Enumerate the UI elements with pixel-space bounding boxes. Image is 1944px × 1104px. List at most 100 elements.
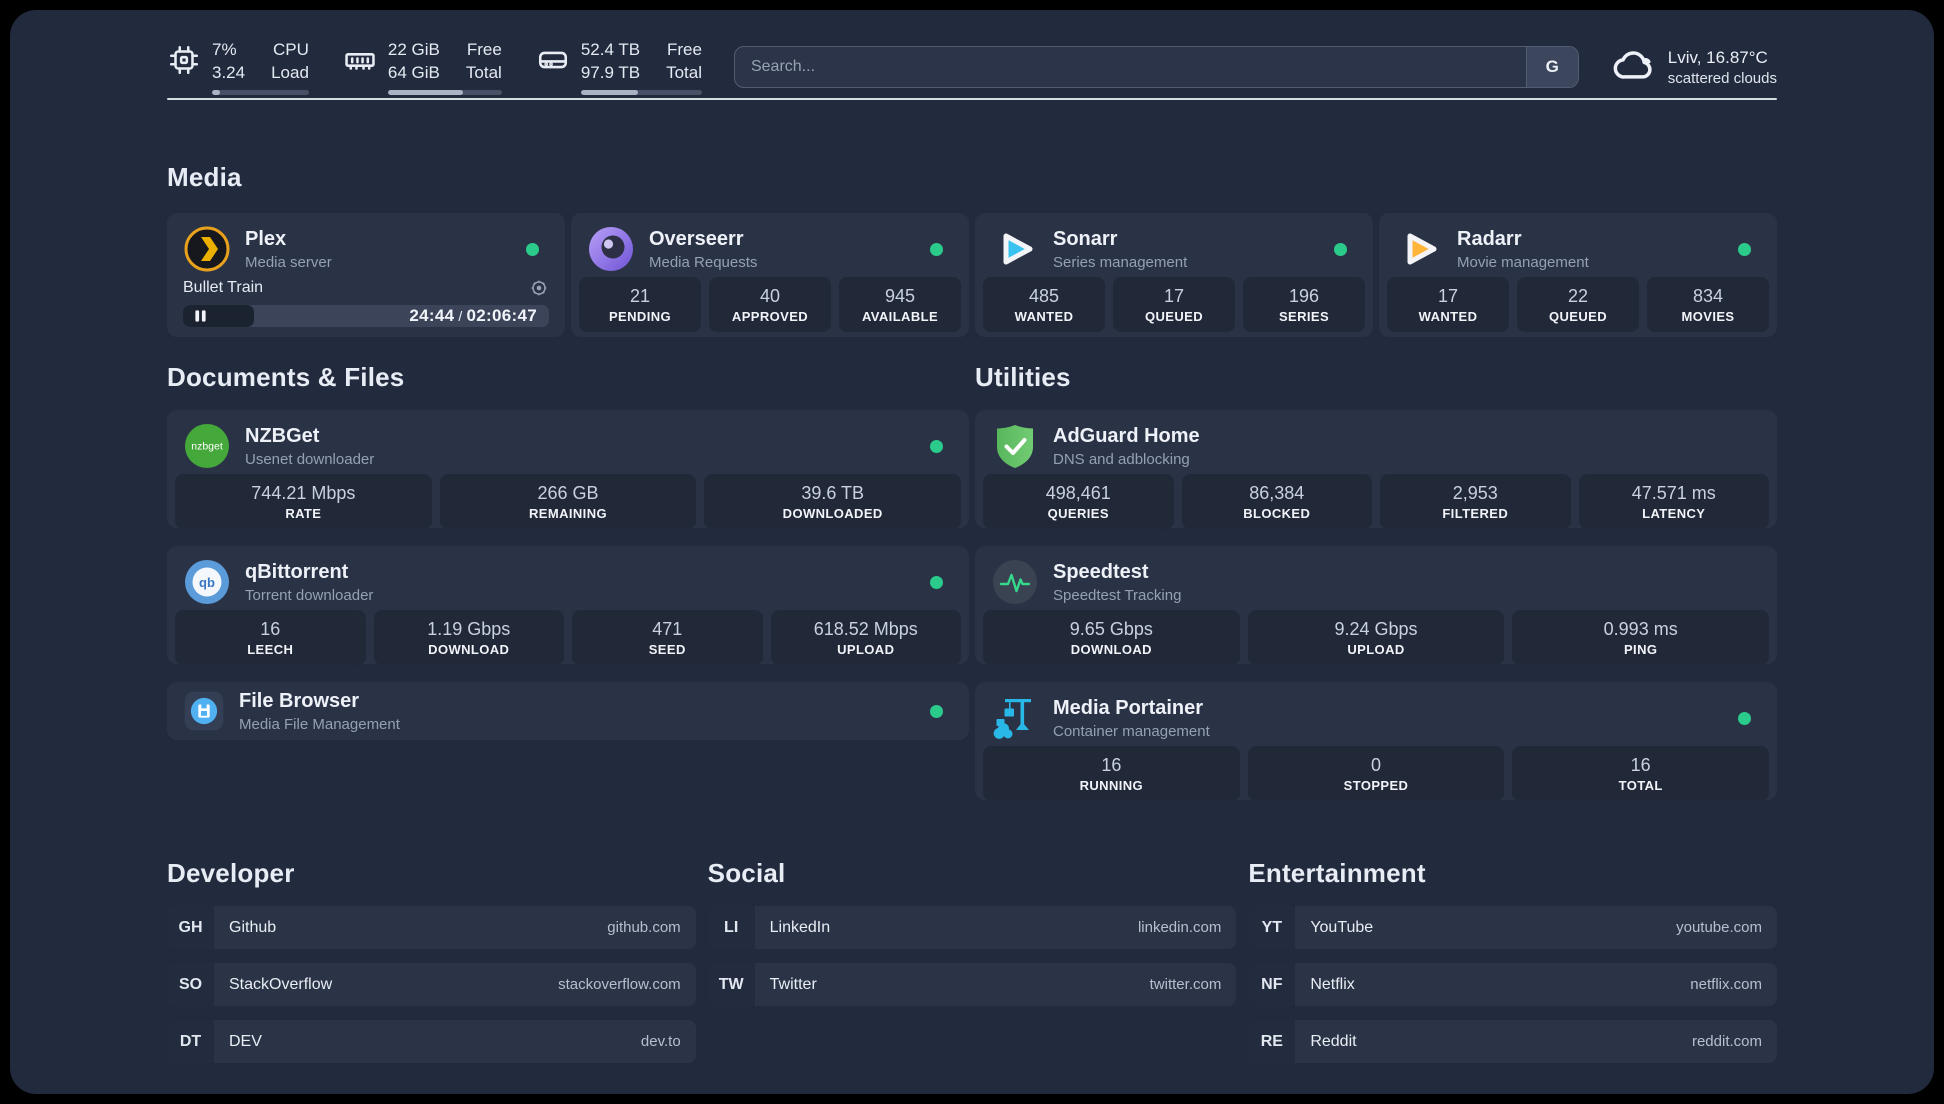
- stat-box-remaining: 266 GB REMAINING: [439, 474, 697, 529]
- status-dot-online: [930, 242, 943, 256]
- app-card-speedtest[interactable]: Speedtest Speedtest Tracking 9.65 Gbps DOWN…: [975, 546, 1777, 665]
- stat-value: 16: [260, 618, 281, 639]
- app-name: NZBGet: [245, 424, 320, 447]
- stat-label: APPROVED: [731, 308, 809, 324]
- stat-box-queries: 498,461 QUERIES: [983, 474, 1174, 529]
- storage-progress-bar: [580, 89, 702, 95]
- stat-box-series: 196 SERIES: [1243, 277, 1365, 332]
- playback-time: 24:44/02:06:47: [409, 306, 537, 326]
- bookmark-body: Netflix netflix.com: [1295, 963, 1777, 1006]
- bookmark-linkedin[interactable]: LI LinkedIn linkedin.com: [707, 906, 1237, 949]
- app-card-sonarr[interactable]: Sonarr Series management 485 WANTED 17 QUEUED…: [975, 213, 1373, 337]
- bookmark-name: Twitter: [769, 975, 817, 993]
- stat-label: QUEUED: [1548, 308, 1608, 324]
- app-title-row: Media Portainer Container management: [983, 690, 1769, 746]
- bookmark-url: github.com: [607, 919, 681, 936]
- bookmark-abbr: LI: [707, 906, 755, 949]
- app-card-plex[interactable]: Plex Media server Bullet Train 24:44/02:06:…: [167, 213, 565, 337]
- bookmark-group-developer: Developer GH Github github.com SO StackOverfl…: [167, 858, 696, 1077]
- bookmark-stackoverflow[interactable]: SO StackOverflow stackoverflow.com: [167, 963, 696, 1006]
- bookmark-reddit[interactable]: RE Reddit reddit.com: [1248, 1020, 1777, 1063]
- stat-box-leech: 16 LEECH: [175, 610, 366, 665]
- bookmark-name: Netflix: [1310, 975, 1355, 993]
- stat-label: DOWNLOAD: [428, 641, 510, 657]
- stat-box-filtered: 2,953 FILTERED: [1380, 474, 1571, 529]
- stat-label: RATE: [285, 505, 322, 521]
- stat-value: 0.993 ms: [1603, 618, 1678, 639]
- bookmark-body: Twitter twitter.com: [754, 963, 1237, 1006]
- stat-label: AVAILABLE: [861, 308, 939, 324]
- storage-progress-fill: [580, 89, 638, 95]
- stat-box-downloaded: 39.6 TB DOWNLOADED: [704, 474, 962, 529]
- system-stat-cpu: 7% 3.24 CPU Load: [167, 39, 309, 95]
- system-stats: 7% 3.24 CPU Load 22 GiB 64 GiB Free Total 52.4 T…: [167, 39, 702, 95]
- system-stat-storage: 52.4 TB 97.9 TB Free Total: [536, 39, 702, 95]
- bookmark-url: linkedin.com: [1137, 919, 1222, 936]
- stat-label: FILTERED: [1442, 505, 1509, 521]
- plex-icon: [183, 225, 231, 273]
- bookmark-body: Github github.com: [214, 906, 696, 949]
- stat-label: PENDING: [608, 308, 672, 324]
- bookmark-abbr: DT: [167, 1020, 214, 1063]
- section-title-documents: Documents & Files: [167, 362, 405, 392]
- status-dot-online: [1738, 711, 1751, 725]
- bookmark-youtube[interactable]: YT YouTube youtube.com: [1248, 906, 1777, 949]
- search-engine-button[interactable]: G: [1525, 47, 1578, 87]
- system-stat-memory: 22 GiB 64 GiB Free Total: [343, 39, 502, 95]
- app-card-media-portainer[interactable]: Media Portainer Container management 16 RUN…: [975, 682, 1777, 801]
- app-stats-row: 16 RUNNING 0 STOPPED 16 TOTAL: [983, 746, 1770, 801]
- app-name: Plex: [245, 227, 287, 250]
- stat-label: LEECH: [247, 641, 294, 657]
- app-card-qbittorrent[interactable]: qb qBittorrent Torrent downloader 16 LEECH 1.…: [167, 546, 969, 665]
- stat-box-movies: 834 MOVIES: [1647, 277, 1769, 332]
- gear-icon: [529, 278, 549, 298]
- stat-box-wanted: 485 WANTED: [983, 277, 1105, 332]
- search-input[interactable]: [734, 47, 1526, 87]
- bookmark-github[interactable]: GH Github github.com: [167, 906, 696, 949]
- system-stat-body: 7% 3.24 CPU Load: [212, 39, 309, 95]
- cpu-progress-fill: [212, 89, 220, 95]
- stat-value: 618.52 Mbps: [813, 618, 918, 639]
- bookmark-body: StackOverflow stackoverflow.com: [214, 963, 696, 1006]
- bookmark-abbr: GH: [167, 906, 214, 949]
- stat-box-download: 1.19 Gbps DOWNLOAD: [373, 610, 564, 665]
- app-stats-row: 9.65 Gbps DOWNLOAD 9.24 Gbps UPLOAD 0.993 ms…: [983, 610, 1770, 665]
- app-name: File Browser: [239, 689, 360, 712]
- stat-label-line: Total: [465, 62, 502, 82]
- stat-label-line: Free: [667, 40, 702, 60]
- sonarr-icon: [991, 225, 1039, 273]
- stat-label-line: Total: [666, 62, 702, 82]
- stat-value: 945: [884, 285, 916, 306]
- app-name: Radarr: [1457, 227, 1522, 250]
- bookmark-group-social: Social LI LinkedIn linkedin.com TW Twitter twi…: [707, 858, 1237, 1077]
- bookmark-name: DEV: [229, 1032, 262, 1050]
- status-dot-online: [1334, 242, 1347, 256]
- app-name: Media Portainer: [1053, 696, 1204, 719]
- stat-value: 2,953: [1452, 482, 1498, 503]
- app-title-text: NZBGet Usenet downloader: [245, 425, 374, 468]
- bookmark-name: StackOverflow: [229, 975, 333, 993]
- section-documents: Documents & Files nzbget NZBGet Usenet dow…: [167, 362, 969, 800]
- section-title-entertainment: Entertainment: [1248, 858, 1426, 888]
- stat-label: QUERIES: [1047, 505, 1109, 521]
- bookmark-twitter[interactable]: TW Twitter twitter.com: [707, 963, 1237, 1006]
- adguard-icon: [991, 422, 1039, 470]
- radarr-icon: [1395, 225, 1443, 273]
- app-stats-row: 498,461 QUERIES 86,384 BLOCKED 2,953 FILTERED…: [983, 474, 1769, 529]
- bookmark-dev[interactable]: DT DEV dev.to: [167, 1020, 696, 1063]
- bookmark-body: LinkedIn linkedin.com: [754, 906, 1237, 949]
- app-stats-row: 16 LEECH 1.19 Gbps DOWNLOAD 471 SEED 618.52 Mb…: [175, 610, 961, 665]
- pause-icon[interactable]: [194, 309, 207, 323]
- app-card-nzbget[interactable]: nzbget NZBGet Usenet downloader 744.21 Mbps…: [167, 410, 969, 529]
- time-separator: /: [458, 308, 463, 324]
- bookmark-netflix[interactable]: NF Netflix netflix.com: [1248, 963, 1777, 1006]
- stat-box-upload: 9.24 Gbps UPLOAD: [1247, 610, 1505, 665]
- app-card-overseerr[interactable]: Overseerr Media Requests 21 PENDING 40 APPROV…: [571, 213, 969, 337]
- section-utilities: Utilities AdGuard Home DNS and adblocking…: [975, 362, 1777, 801]
- stat-value: 1.19 Gbps: [427, 618, 511, 639]
- app-card-radarr[interactable]: Radarr Movie management 17 WANTED 22 QUEUED 83…: [1379, 213, 1777, 337]
- utilities-cards: AdGuard Home DNS and adblocking 498,461 QUE…: [975, 410, 1777, 801]
- app-card-file-browser[interactable]: File Browser Media File Management: [167, 682, 969, 740]
- section-media: Media Plex Media server Bullet Train 24:44/…: [167, 162, 1777, 337]
- app-card-adguard-home[interactable]: AdGuard Home DNS and adblocking 498,461 QUE…: [975, 410, 1777, 529]
